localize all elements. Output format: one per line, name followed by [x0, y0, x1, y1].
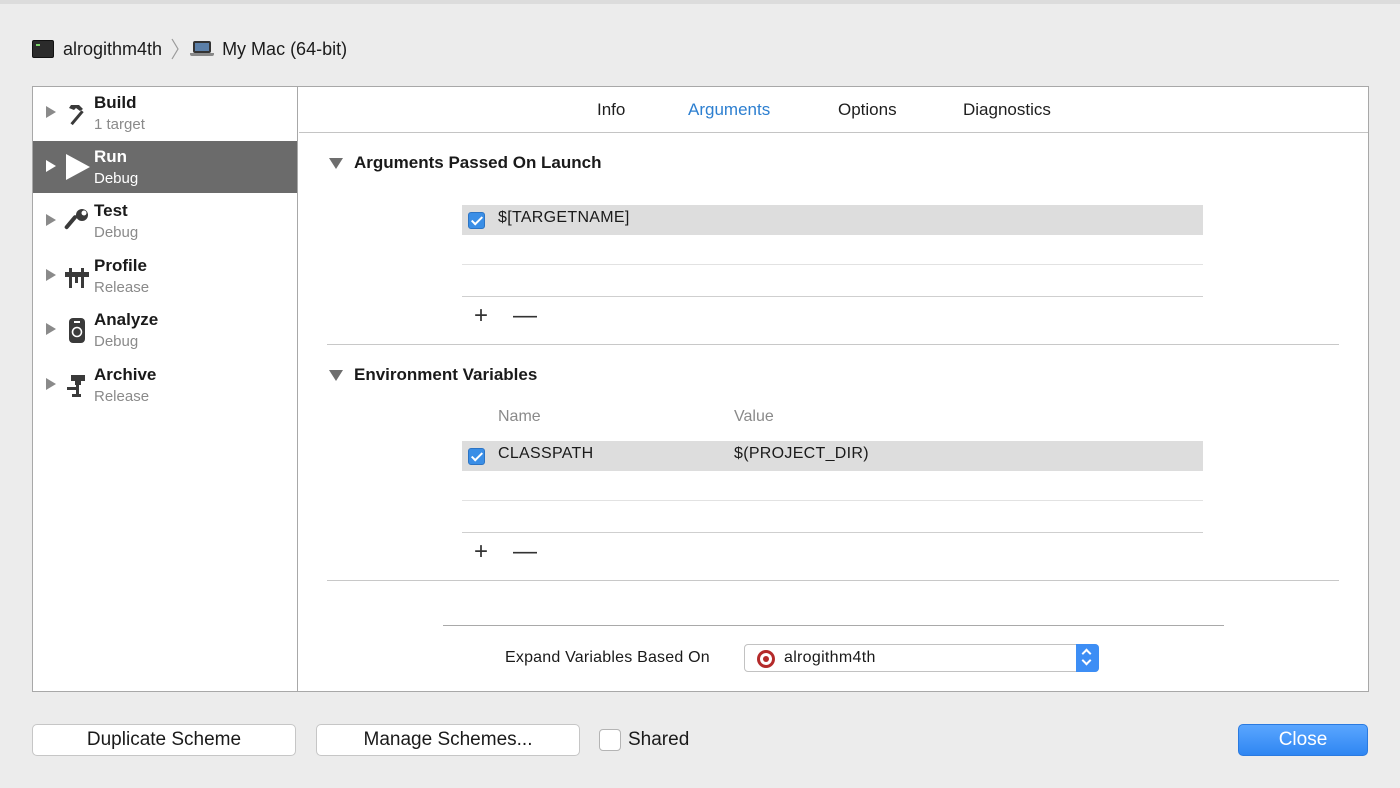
scheme-content: Info Arguments Options Diagnostics Argum… [299, 87, 1368, 691]
env-name[interactable]: CLASSPATH [498, 445, 593, 463]
tab-diagnostics[interactable]: Diagnostics [963, 100, 1051, 120]
shared-checkbox[interactable] [599, 729, 621, 751]
section-divider [327, 344, 1339, 345]
argument-enabled-checkbox[interactable] [468, 212, 485, 229]
column-header-name[interactable]: Name [498, 408, 541, 426]
tab-info[interactable]: Info [597, 100, 625, 120]
disclosure-triangle-icon[interactable] [46, 378, 56, 390]
breadcrumb-project[interactable]: alrogithm4th [63, 39, 162, 60]
table-row-empty[interactable] [462, 471, 1203, 501]
disclosure-triangle-icon[interactable] [46, 160, 56, 172]
add-env-button[interactable]: + [474, 540, 488, 564]
window-top-edge [0, 0, 1400, 4]
sidebar-item-archive[interactable]: Archive Release [33, 359, 297, 411]
target-icon [757, 650, 775, 668]
sidebar-item-title: Archive [94, 365, 157, 384]
disclosure-triangle-icon[interactable] [46, 323, 56, 335]
tab-bar: Info Arguments Options Diagnostics [299, 87, 1368, 133]
disclosure-triangle-down-icon[interactable] [329, 157, 343, 169]
disclosure-triangle-icon[interactable] [46, 269, 56, 281]
section-title: Arguments Passed On Launch [354, 153, 602, 172]
scheme-breadcrumb[interactable]: alrogithm4th My Mac (64-bit) [32, 36, 347, 62]
column-header-value[interactable]: Value [734, 408, 774, 426]
manage-schemes-button[interactable]: Manage Schemes... [316, 724, 580, 756]
tab-options[interactable]: Options [838, 100, 897, 120]
laptop-icon [190, 41, 215, 57]
sidebar-item-build[interactable]: Build 1 target [33, 87, 297, 139]
duplicate-scheme-button[interactable]: Duplicate Scheme [32, 724, 296, 756]
sidebar-item-subtitle: Debug [94, 224, 139, 241]
disclosure-triangle-icon[interactable] [46, 214, 56, 226]
expand-variables-selected: alrogithm4th [784, 649, 876, 666]
remove-env-button[interactable]: — [513, 540, 537, 564]
terminal-icon [32, 40, 54, 58]
sidebar-item-title: Test [94, 201, 128, 220]
table-row[interactable]: $[TARGETNAME] [462, 205, 1203, 235]
gauge-icon [65, 268, 89, 288]
scheme-editor-panel: Build 1 target Run Debug Test Debug Prof… [32, 86, 1369, 692]
expand-variables-label: Expand Variables Based On [505, 649, 710, 666]
expand-divider [443, 625, 1224, 626]
environment-list-bottom-border [462, 532, 1203, 533]
scheme-action-sidebar: Build 1 target Run Debug Test Debug Prof… [33, 87, 298, 691]
sidebar-item-subtitle: Release [94, 388, 150, 405]
breadcrumb-destination[interactable]: My Mac (64-bit) [222, 39, 347, 60]
sidebar-item-analyze[interactable]: Analyze Debug [33, 304, 297, 356]
table-row[interactable]: CLASSPATH $(PROJECT_DIR) [462, 441, 1203, 471]
argument-value[interactable]: $[TARGETNAME] [498, 209, 630, 227]
section-divider [327, 580, 1339, 581]
sidebar-item-subtitle: Release [94, 279, 150, 296]
sidebar-item-subtitle: Debug [94, 170, 139, 187]
sidebar-item-test[interactable]: Test Debug [33, 195, 297, 247]
add-argument-button[interactable]: + [474, 304, 488, 328]
sidebar-item-title: Profile [94, 256, 147, 275]
env-value[interactable]: $(PROJECT_DIR) [734, 445, 869, 463]
play-icon [66, 154, 90, 180]
close-button[interactable]: Close [1238, 724, 1368, 756]
sidebar-item-subtitle: Debug [94, 333, 139, 350]
analyze-icon [69, 318, 85, 343]
sidebar-item-run[interactable]: Run Debug [33, 141, 297, 193]
expand-variables-popup[interactable]: alrogithm4th [744, 644, 1099, 672]
table-row-empty[interactable] [462, 235, 1203, 265]
sidebar-item-title: Run [94, 147, 128, 166]
hammer-icon [69, 105, 84, 126]
sidebar-item-title: Build [94, 93, 137, 112]
chevron-up-down-icon[interactable] [1076, 644, 1099, 672]
sidebar-item-title: Analyze [94, 310, 159, 329]
archive-icon [67, 375, 85, 397]
shared-label[interactable]: Shared [628, 729, 689, 751]
disclosure-triangle-down-icon[interactable] [329, 369, 343, 381]
arguments-section-header[interactable]: Arguments Passed On Launch [329, 153, 602, 173]
section-title: Environment Variables [354, 365, 538, 384]
arguments-list-bottom-border [462, 296, 1203, 297]
sidebar-item-profile[interactable]: Profile Release [33, 250, 297, 302]
environment-section-header[interactable]: Environment Variables [329, 365, 537, 385]
chevron-right-icon [171, 38, 179, 60]
sidebar-item-subtitle: 1 target [94, 116, 145, 133]
env-enabled-checkbox[interactable] [468, 448, 485, 465]
tab-arguments[interactable]: Arguments [688, 100, 770, 120]
disclosure-triangle-icon[interactable] [46, 106, 56, 118]
remove-argument-button[interactable]: — [513, 304, 537, 328]
wrench-icon [64, 209, 88, 230]
